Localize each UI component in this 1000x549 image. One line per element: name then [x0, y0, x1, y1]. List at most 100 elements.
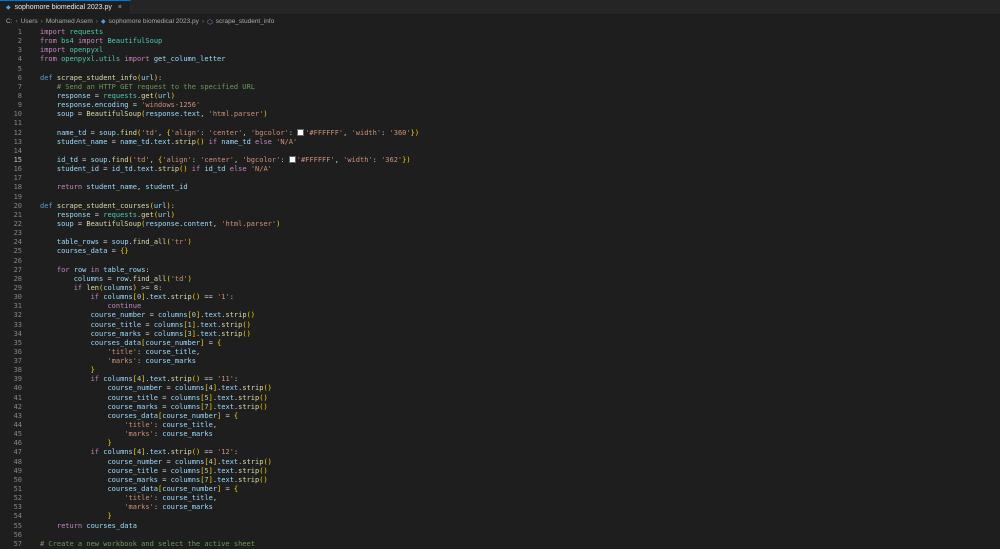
code-text: student_name = name_td.text.strip() if n… [56, 137, 298, 146]
line-number: 2 [17, 37, 22, 46]
code-line[interactable]: 42 course_marks = columns[7].text.strip(… [0, 403, 1000, 412]
code-text: response = requests.get(url) [56, 210, 175, 219]
close-icon[interactable]: × [118, 4, 122, 11]
code-line[interactable]: 17 [0, 174, 1000, 183]
code-line[interactable]: 38 } [0, 366, 1000, 375]
code-line[interactable]: 45 'marks': course_marks [0, 430, 1000, 439]
code-line[interactable]: 52 'title': course_title, [0, 494, 1000, 503]
code-line[interactable]: 18 return student_name, student_id [0, 183, 1000, 192]
breadcrumb-file[interactable]: sophomore biomedical 2023.py [109, 18, 199, 25]
code-line[interactable]: 50 course_marks = columns[7].text.strip(… [0, 476, 1000, 485]
code-line[interactable]: 40 course_number = columns[4].text.strip… [0, 384, 1000, 393]
line-number: 22 [13, 219, 22, 228]
code-line[interactable]: 44 'title': course_title, [0, 421, 1000, 430]
code-line[interactable]: 30 if columns[0].text.strip() == '1': [0, 293, 1000, 302]
code-line[interactable]: 5 [0, 65, 1000, 74]
editor-tab[interactable]: ◆ sophomore biomedical 2023.py × [0, 0, 132, 14]
code-line[interactable]: 1 import requests [0, 28, 1000, 37]
code-line[interactable]: 48 course_number = columns[4].text.strip… [0, 458, 1000, 467]
code-line[interactable]: 36 'title': course_title, [0, 348, 1000, 357]
code-text: response.encoding = 'windows-1256' [56, 101, 201, 110]
line-number: 42 [13, 402, 22, 411]
code-text: response = requests.get(url) [56, 91, 175, 100]
code-line[interactable]: 51 courses_data[course_number] = { [0, 485, 1000, 494]
code-line[interactable]: 25 courses_data = {} [0, 247, 1000, 256]
code-line[interactable]: 2 from bs4 import BeautifulSoup [0, 37, 1000, 46]
code-line[interactable]: 24 table_rows = soup.find_all('tr') [0, 238, 1000, 247]
code-line[interactable]: 26 [0, 257, 1000, 266]
code-line[interactable]: 37 'marks': course_marks [0, 357, 1000, 366]
breadcrumb-separator: › [201, 18, 205, 25]
code-line[interactable]: 55 return courses_data [0, 522, 1000, 531]
code-line[interactable]: 28 columns = row.find_all('td') [0, 275, 1000, 284]
line-number: 3 [17, 46, 22, 55]
code-text: course_number = columns[4].text.strip() [107, 384, 272, 393]
code-text: courses_data[course_number] = { [90, 338, 222, 347]
line-number: 30 [13, 293, 22, 302]
line-number: 24 [13, 238, 22, 247]
code-line[interactable]: 13 student_name = name_td.text.strip() i… [0, 138, 1000, 147]
breadcrumb-users[interactable]: Users [21, 18, 38, 25]
code-line[interactable]: 46 } [0, 439, 1000, 448]
code-text: if len(columns) >= 8: [73, 283, 163, 292]
breadcrumb: C: › Users › Mohamed Asem › ◆ sophomore … [0, 15, 1000, 28]
line-number: 41 [13, 393, 22, 402]
code-text: course_marks = columns[3].text.strip() [90, 329, 251, 338]
code-line[interactable]: 47 if columns[4].text.strip() == '12': [0, 448, 1000, 457]
code-text: 'title': course_title, [124, 494, 218, 503]
code-line[interactable]: 35 courses_data[course_number] = { [0, 339, 1000, 348]
code-line[interactable]: 11 [0, 119, 1000, 128]
code-line[interactable]: 21 response = requests.get(url) [0, 211, 1000, 220]
code-line[interactable]: 32 course_number = columns[0].text.strip… [0, 311, 1000, 320]
code-text: for row in table_rows: [56, 265, 150, 274]
code-line[interactable]: 3 import openpyxl [0, 46, 1000, 55]
code-line[interactable]: 23 [0, 229, 1000, 238]
line-number: 39 [13, 375, 22, 384]
code-text: courses_data[course_number] = { [107, 485, 239, 494]
code-line[interactable]: 34 course_marks = columns[3].text.strip(… [0, 330, 1000, 339]
code-line[interactable]: 53 'marks': course_marks [0, 503, 1000, 512]
code-line[interactable]: 43 courses_data[course_number] = { [0, 412, 1000, 421]
code-editor[interactable]: 1 import requests 2 from bs4 import Beautif… [0, 28, 1000, 549]
code-text: } [90, 366, 95, 375]
code-line[interactable]: 12 name_td = soup.find('td', {'align': '… [0, 129, 1000, 138]
code-text: columns = row.find_all('td') [73, 274, 192, 283]
line-number: 54 [13, 512, 22, 521]
breadcrumb-drive[interactable]: C: [6, 18, 13, 25]
code-line[interactable]: 54 } [0, 512, 1000, 521]
line-number: 16 [13, 165, 22, 174]
code-line[interactable]: 22 soup = BeautifulSoup(response.content… [0, 220, 1000, 229]
code-line[interactable]: 57 # Create a new workbook and select the… [0, 540, 1000, 549]
code-line[interactable]: 9 response.encoding = 'windows-1256' [0, 101, 1000, 110]
code-line[interactable]: 20 def scrape_student_courses(url): [0, 202, 1000, 211]
code-line[interactable]: 14 [0, 147, 1000, 156]
code-line[interactable]: 19 [0, 193, 1000, 202]
code-line[interactable]: 49 course_title = columns[5].text.strip(… [0, 467, 1000, 476]
code-text: course_marks = columns[7].text.strip() [107, 402, 268, 411]
code-line[interactable]: 27 for row in table_rows: [0, 266, 1000, 275]
code-line[interactable]: 8 response = requests.get(url) [0, 92, 1000, 101]
code-line[interactable]: 15 id_td = soup.find('td', {'align': 'ce… [0, 156, 1000, 165]
code-line[interactable]: 10 soup = BeautifulSoup(response.text, '… [0, 110, 1000, 119]
code-line[interactable]: 6 def scrape_student_info(url): [0, 74, 1000, 83]
code-line[interactable]: 39 if columns[4].text.strip() == '11': [0, 375, 1000, 384]
breadcrumb-symbol[interactable]: scrape_student_info [216, 18, 275, 25]
line-number: 23 [13, 229, 22, 238]
code-text: def scrape_student_info(url): [40, 73, 163, 82]
code-line[interactable]: 56 [0, 531, 1000, 540]
code-line[interactable]: 31 continue [0, 302, 1000, 311]
line-number: 57 [13, 539, 22, 548]
code-line[interactable]: 16 student_id = id_td.text.strip() if id… [0, 165, 1000, 174]
code-text: import requests [40, 28, 104, 36]
code-line[interactable]: 7 # Send an HTTP GET request to the spec… [0, 83, 1000, 92]
code-line[interactable]: 29 if len(columns) >= 8: [0, 284, 1000, 293]
breadcrumb-user-folder[interactable]: Mohamed Asem [46, 18, 93, 25]
code-line[interactable]: 33 course_title = columns[1].text.strip(… [0, 321, 1000, 330]
code-line[interactable]: 41 course_title = columns[5].text.strip(… [0, 394, 1000, 403]
code-text: } [107, 512, 112, 521]
code-line[interactable]: 4 from openpyxl.utils import get_column_l… [0, 55, 1000, 64]
